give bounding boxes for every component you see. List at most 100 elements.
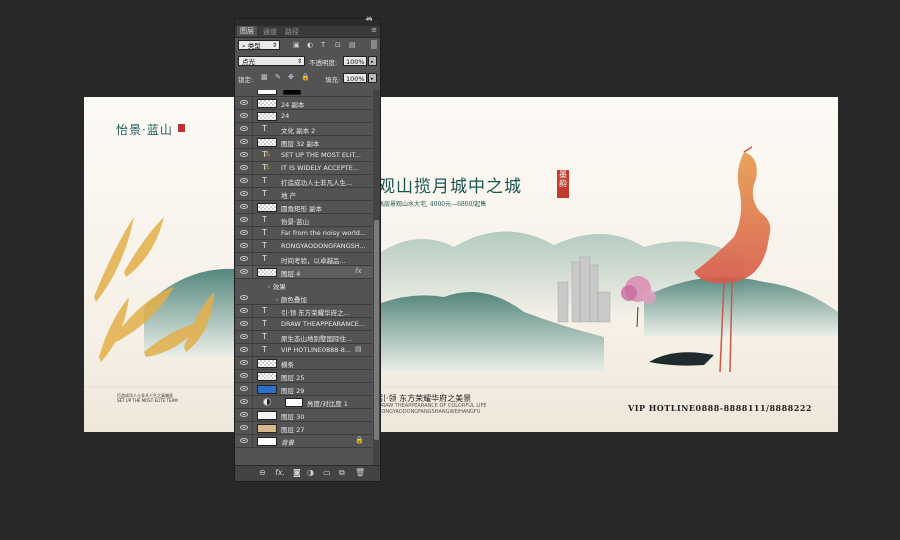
lock-all-icon[interactable]: 🔒 [301,73,310,81]
mask-icon[interactable]: ◙ [293,468,301,477]
visibility-eye-icon[interactable] [240,217,248,222]
layer-list-scrollbar[interactable] [373,90,380,466]
visibility-eye-icon[interactable] [240,230,248,235]
panel-titlebar[interactable]: ◂◂ ✕ [235,15,380,26]
layer-name[interactable]: 地 产 [281,190,296,200]
layer-name[interactable]: IT IS WIDELY ACCEPTE... [281,164,359,172]
visibility-eye-icon[interactable] [240,295,248,300]
layer-row[interactable]: T RONGYAODONGFANGSH... [235,240,372,253]
blend-mode-select[interactable]: 点光 ⇕ [238,56,305,66]
layer-row[interactable]: T 引·领 东方荣耀华府之... [235,305,372,318]
visibility-eye-icon[interactable] [240,386,248,391]
visibility-eye-icon[interactable] [240,269,248,274]
layer-name[interactable]: 图层 4 [281,268,300,278]
layer-name[interactable]: 亮度/对比度 1 [307,398,348,408]
layer-row[interactable]: 横条 [235,357,372,370]
layer-name[interactable]: 横条 [281,359,294,369]
visibility-eye-icon[interactable] [240,113,248,118]
lock-transparent-icon[interactable]: ▦ [261,73,268,81]
visibility-eye-icon[interactable] [240,152,248,157]
layer-name[interactable]: VIP HOTLINE0888-8... [281,346,351,354]
visibility-eye-icon[interactable] [240,321,248,326]
layer-row[interactable]: T ⚠ SET UP THE MOST ELIT... [235,149,372,162]
tab-channels[interactable]: 通道 [263,27,277,37]
layer-name[interactable]: 原生态山地别墅国际住... [281,333,352,343]
layer-name[interactable]: RONGYAODONGFANGSH... [281,242,366,250]
visibility-eye-icon[interactable] [240,373,248,378]
opacity-input[interactable]: 100% [343,56,367,66]
panel-close-icon[interactable]: ✕ [366,15,372,23]
visibility-eye-icon[interactable] [240,399,248,404]
layer-name[interactable]: 背景 [281,437,294,447]
layer-row[interactable]: 图层 27 [235,422,372,435]
visibility-eye-icon[interactable] [240,126,248,131]
style-badge-icon[interactable]: ▤ [355,345,362,353]
layer-row[interactable]: 图层 32 副本 [235,136,372,149]
folder-icon[interactable]: ▭ [323,468,331,477]
filter-toggle[interactable] [371,40,377,49]
layer-row[interactable]: 背景 🔒 [235,435,372,448]
layer-row[interactable]: 图层 30 [235,409,372,422]
fill-input[interactable]: 100% [343,73,367,83]
visibility-eye-icon[interactable] [240,334,248,339]
visibility-eye-icon[interactable] [240,438,248,443]
layer-name[interactable]: Far from the noisy world... [281,229,366,237]
fx-icon[interactable]: fx. [275,468,285,477]
new-layer-icon[interactable]: ⧉ [339,468,345,478]
filter-smart-icon[interactable]: ▤ [349,41,356,49]
layer-row[interactable]: T地 产 [235,188,372,201]
trash-icon[interactable]: 🗑 [355,468,365,477]
effects-row[interactable]: ◦ 效果 [235,279,372,292]
visibility-eye-icon[interactable] [240,100,248,105]
layer-row[interactable]: 图层 4 fx [235,266,372,279]
layer-name[interactable]: 怡景·蓝山 [281,216,309,226]
filter-pixel-icon[interactable]: ▣ [293,41,300,49]
layer-row[interactable]: 24 [235,110,372,123]
layer-name[interactable]: 24 副本 [281,99,304,109]
layer-name[interactable]: DRAW THEAPPEARANCE... [281,320,365,328]
adjustment-icon[interactable]: ◑ [307,468,314,477]
visibility-eye-icon[interactable] [240,425,248,430]
fx-icon[interactable]: fx [355,267,362,275]
visibility-eye-icon[interactable] [240,347,248,352]
visibility-eye-icon[interactable] [240,412,248,417]
panel-menu-icon[interactable]: ≡ [371,26,377,34]
layer-name[interactable]: 图层 30 [281,411,304,421]
filter-adjustment-icon[interactable]: ◐ [307,41,313,49]
layer-row[interactable]: 图层 29 [235,383,372,396]
layer-row[interactable]: 亮度/对比度 1 [235,396,372,409]
layer-name[interactable]: 图层 32 副本 [281,138,319,148]
layer-row[interactable]: 24 副本 [235,97,372,110]
layer-row[interactable]: T Far from the noisy world... [235,227,372,240]
layer-name[interactable]: 圆角矩形 副本 [281,203,322,213]
opacity-dropdown-icon[interactable]: ▸ [368,56,377,66]
visibility-eye-icon[interactable] [240,308,248,313]
layer-row[interactable]: T 时间考验，以卓越品... [235,253,372,266]
layer-row-partial[interactable] [235,90,372,97]
visibility-eye-icon[interactable] [240,165,248,170]
visibility-eye-icon[interactable] [240,243,248,248]
layer-row[interactable]: T 原生态山地别墅国际住... [235,331,372,344]
layer-name[interactable]: 文化 副本 2 [281,125,315,135]
layer-name[interactable]: 引·领 东方荣耀华府之... [281,307,350,317]
visibility-eye-icon[interactable] [240,191,248,196]
tab-paths[interactable]: 路径 [285,27,299,37]
layer-row[interactable]: T ⚠ IT IS WIDELY ACCEPTE... [235,162,372,175]
lock-paint-icon[interactable]: ✎ [275,73,281,81]
layer-name[interactable]: 24 [281,112,289,120]
layer-name[interactable]: SET UP THE MOST ELIT... [281,151,361,159]
visibility-eye-icon[interactable] [240,204,248,209]
visibility-eye-icon[interactable] [240,139,248,144]
layer-row[interactable]: 图层 25 [235,370,372,383]
layer-row[interactable]: T DRAW THEAPPEARANCE... [235,318,372,331]
document-canvas[interactable] [84,97,838,432]
effect-item-row[interactable]: ◦ 颜色叠加 [235,292,372,305]
layer-row[interactable]: T 文化 副本 2 [235,123,372,136]
layer-row[interactable]: T 怡景·蓝山 [235,214,372,227]
visibility-eye-icon[interactable] [240,360,248,365]
layer-name[interactable]: 打造成功人士非凡人生... [281,177,352,187]
layer-row[interactable]: 圆角矩形 副本 [235,201,372,214]
filter-kind-select[interactable]: ⌕ 类型 ⇕ [238,40,280,50]
visibility-eye-icon[interactable] [240,178,248,183]
link-icon[interactable]: ⊖ [259,468,266,477]
